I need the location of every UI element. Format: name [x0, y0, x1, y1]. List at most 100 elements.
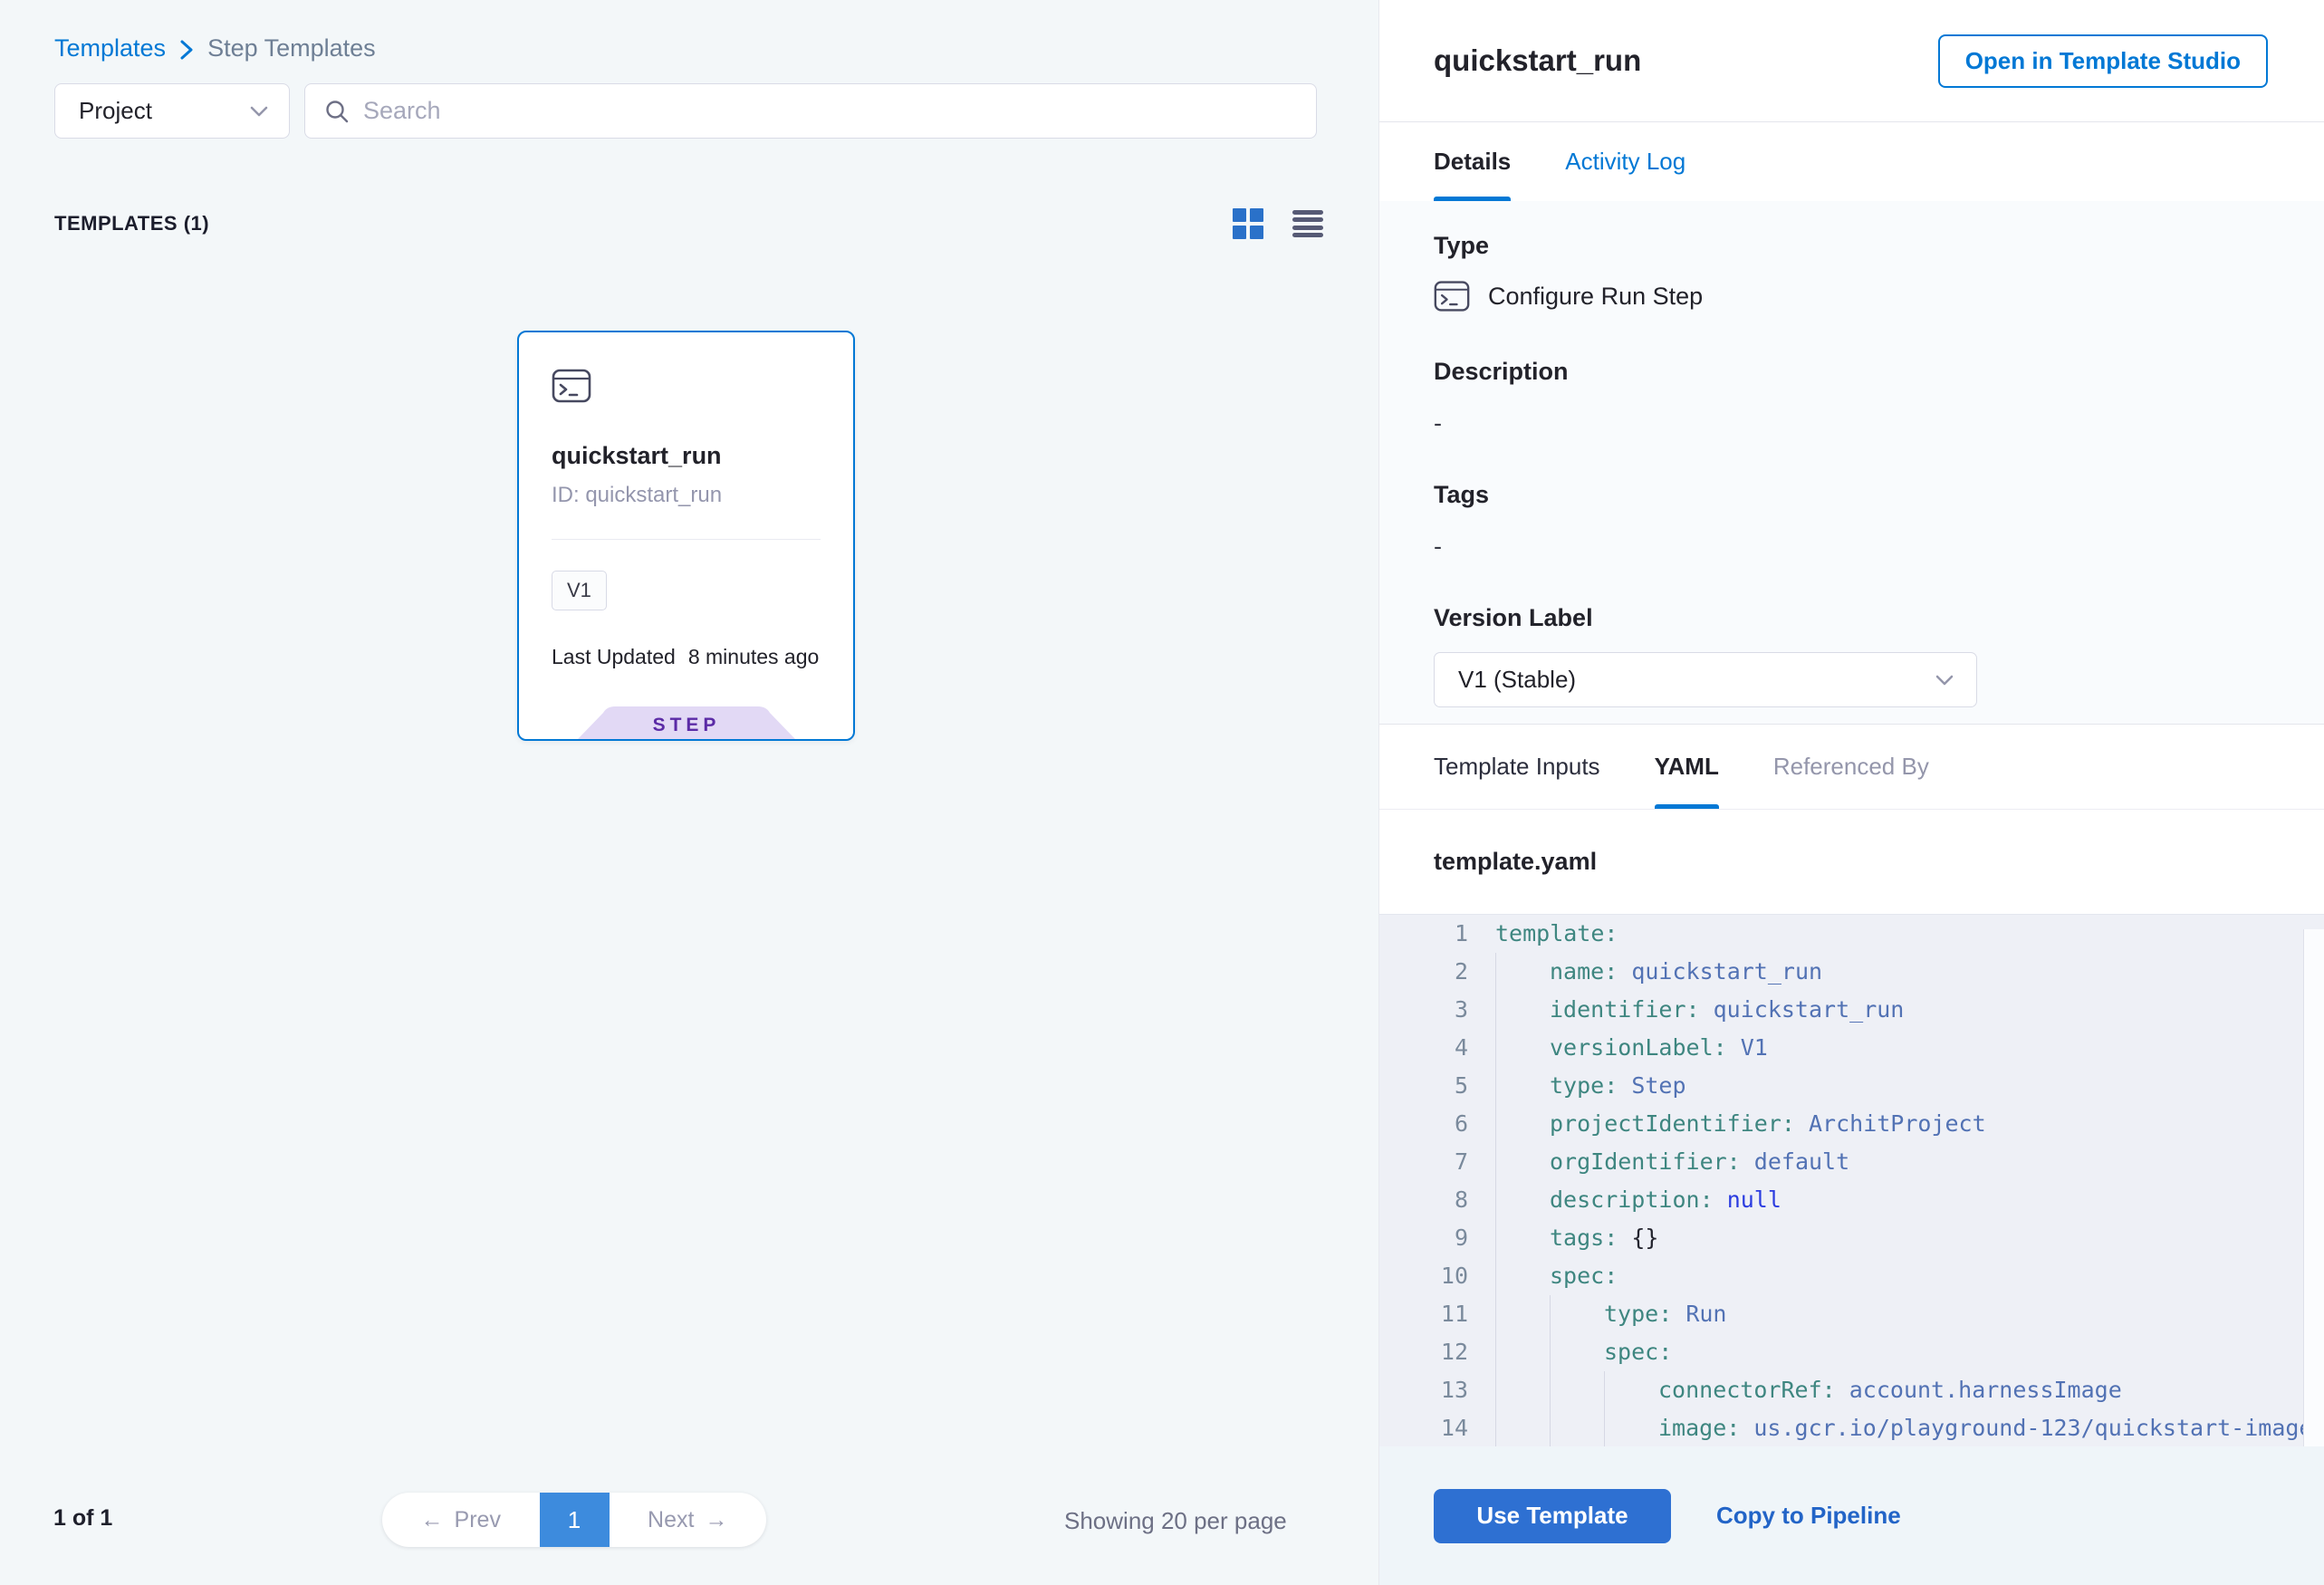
card-template-id: ID: quickstart_run	[552, 483, 821, 508]
vertical-scrollbar[interactable]	[2303, 929, 2324, 1446]
template-list-panel: Templates Step Templates Project TEMPLAT	[0, 0, 1378, 1585]
arrow-left-icon: ←	[421, 1507, 444, 1533]
card-divider	[552, 539, 821, 540]
chevron-down-icon	[249, 105, 269, 118]
ribbon-label: STEP	[652, 715, 720, 735]
indent-guide	[1495, 1143, 1550, 1181]
indent-guide	[1495, 1371, 1550, 1409]
template-details-panel: quickstart_run Open in Template Studio D…	[1378, 0, 2324, 1585]
step-type-ribbon: STEP	[578, 706, 795, 739]
list-header: TEMPLATES (1)	[54, 203, 1324, 245]
indent-guide	[1495, 1219, 1550, 1257]
use-template-button[interactable]: Use Template	[1434, 1489, 1671, 1543]
version-label: Version Label	[1434, 604, 2270, 632]
indent-guide	[1604, 1409, 1658, 1446]
version-select[interactable]: V1 (Stable)	[1434, 652, 1977, 707]
prev-page-button[interactable]: ← Prev	[382, 1493, 540, 1547]
tab-template-inputs[interactable]: Template Inputs	[1434, 725, 1600, 809]
arrow-right-icon: →	[705, 1507, 727, 1533]
tab-yaml[interactable]: YAML	[1655, 725, 1719, 809]
page-number-button[interactable]: 1	[540, 1493, 610, 1547]
yaml-line-number: 2	[1379, 953, 1495, 991]
filter-controls: Project	[54, 83, 1317, 139]
run-step-icon	[1434, 280, 1470, 312]
yaml-line: 8description: null	[1379, 1181, 2324, 1219]
grid-view-icon[interactable]	[1232, 207, 1264, 240]
yaml-line: 10spec:	[1379, 1257, 2324, 1295]
yaml-line: 6projectIdentifier: ArchitProject	[1379, 1105, 2324, 1143]
indent-guide	[1495, 991, 1550, 1029]
search-input[interactable]	[363, 97, 1298, 125]
yaml-line-number: 5	[1379, 1067, 1495, 1105]
indent-guide	[1495, 1067, 1550, 1105]
list-view-icon[interactable]	[1292, 207, 1324, 240]
indent-guide	[1550, 1371, 1604, 1409]
yaml-editor: 1template:2name: quickstart_run3identifi…	[1379, 914, 2324, 1446]
chevron-down-icon	[1935, 674, 1954, 687]
yaml-line-number: 6	[1379, 1105, 1495, 1143]
indent-guide	[1495, 953, 1550, 991]
indent-guide	[1495, 1257, 1550, 1295]
yaml-line: 4versionLabel: V1	[1379, 1029, 2324, 1067]
yaml-line-number: 12	[1379, 1333, 1495, 1371]
next-page-button[interactable]: Next →	[610, 1493, 767, 1547]
template-card[interactable]: quickstart_run ID: quickstart_run V1 Las…	[517, 331, 855, 741]
yaml-line-number: 7	[1379, 1143, 1495, 1181]
chevron-right-icon	[178, 38, 195, 62]
templates-page: Templates Step Templates Project TEMPLAT	[0, 0, 2324, 1585]
details-body: Type Configure Run Step Description - Ta…	[1379, 201, 2324, 724]
yaml-line-number: 9	[1379, 1219, 1495, 1257]
open-in-template-studio-button[interactable]: Open in Template Studio	[1938, 34, 2268, 88]
scope-select[interactable]: Project	[54, 83, 290, 139]
tags-label: Tags	[1434, 481, 2270, 509]
copy-to-pipeline-link[interactable]: Copy to Pipeline	[1716, 1502, 1901, 1530]
yaml-line: 2name: quickstart_run	[1379, 953, 2324, 991]
details-footer: Use Template Copy to Pipeline	[1379, 1446, 2324, 1585]
search-icon	[323, 98, 351, 125]
yaml-line: 14image: us.gcr.io/playground-123/quicks…	[1379, 1409, 2324, 1446]
yaml-line: 7orgIdentifier: default	[1379, 1143, 2324, 1181]
card-template-name: quickstart_run	[552, 442, 821, 470]
yaml-line: 9tags: {}	[1379, 1219, 2324, 1257]
prev-label: Prev	[455, 1507, 501, 1533]
details-title: quickstart_run	[1434, 43, 1641, 78]
details-header: quickstart_run Open in Template Studio	[1379, 0, 2324, 122]
indent-guide	[1495, 1029, 1550, 1067]
type-value: Configure Run Step	[1488, 283, 1703, 311]
yaml-line-number: 3	[1379, 991, 1495, 1029]
yaml-file-header: template.yaml	[1379, 809, 2324, 914]
pagination: ← Prev 1 Next →	[382, 1493, 766, 1547]
description-value: -	[1434, 409, 2270, 437]
indent-guide	[1495, 1333, 1550, 1371]
yaml-line-number: 14	[1379, 1409, 1495, 1446]
scope-select-value: Project	[79, 97, 152, 125]
yaml-line: 3identifier: quickstart_run	[1379, 991, 2324, 1029]
indent-guide	[1495, 1409, 1550, 1446]
description-label: Description	[1434, 358, 2270, 386]
yaml-line-number: 10	[1379, 1257, 1495, 1295]
indent-guide	[1495, 1105, 1550, 1143]
yaml-line-number: 8	[1379, 1181, 1495, 1219]
tab-details[interactable]: Details	[1434, 122, 1511, 201]
version-select-value: V1 (Stable)	[1458, 666, 1576, 694]
yaml-line: 5type: Step	[1379, 1067, 2324, 1105]
tab-activity-log[interactable]: Activity Log	[1565, 122, 1685, 201]
breadcrumb: Templates Step Templates	[54, 34, 376, 62]
yaml-line-number: 13	[1379, 1371, 1495, 1409]
type-label: Type	[1434, 232, 2270, 260]
indent-guide	[1495, 1295, 1550, 1333]
indent-guide	[1550, 1333, 1604, 1371]
indent-guide	[1550, 1295, 1604, 1333]
terminal-icon	[552, 369, 821, 408]
yaml-line: 1template:	[1379, 915, 2324, 953]
indent-guide	[1495, 1181, 1550, 1219]
tab-referenced-by[interactable]: Referenced By	[1773, 725, 1929, 809]
version-badge: V1	[552, 571, 607, 610]
breadcrumb-templates-link[interactable]: Templates	[54, 34, 166, 62]
yaml-line-number: 4	[1379, 1029, 1495, 1067]
yaml-line-number: 1	[1379, 915, 1495, 953]
last-updated-row: Last Updated 8 minutes ago	[552, 645, 821, 669]
last-updated-label: Last Updated	[552, 645, 676, 669]
yaml-line: 11type: Run	[1379, 1295, 2324, 1333]
yaml-file-name: template.yaml	[1434, 848, 1597, 876]
